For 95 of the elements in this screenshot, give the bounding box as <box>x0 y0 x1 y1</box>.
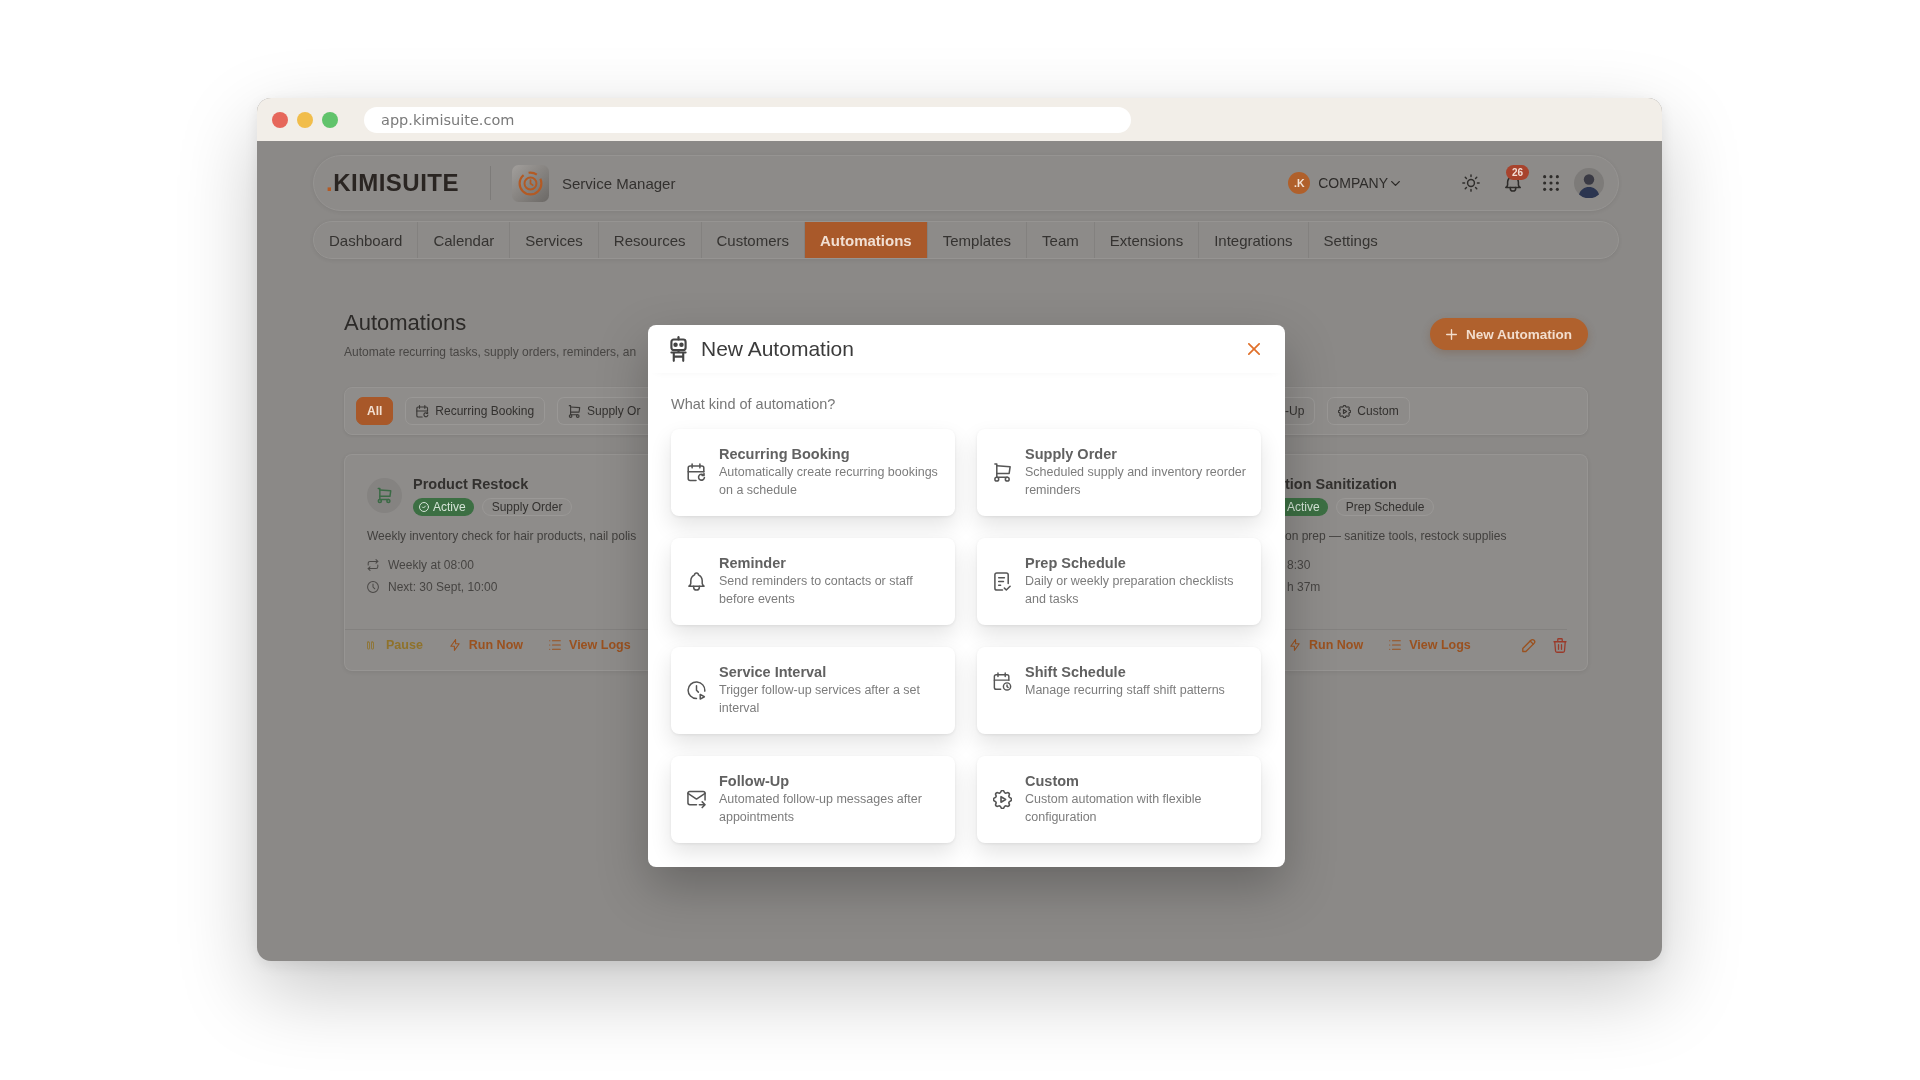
nav-tab[interactable]: Services <box>510 222 599 258</box>
check-circle-icon <box>419 502 429 512</box>
trash-icon[interactable] <box>1553 637 1567 653</box>
cart-icon <box>568 404 582 418</box>
automation-type-card[interactable]: Follow-Up Automated follow-up messages after appointments <box>671 756 955 843</box>
gear-play-icon <box>993 789 1012 809</box>
option-description: Scheduled supply and inventory reorder reminders <box>1025 464 1247 499</box>
calendar-repeat-icon <box>687 462 706 482</box>
close-icon[interactable] <box>1248 343 1260 355</box>
option-description: Trigger follow-up services after a set interval <box>719 682 921 717</box>
option-description: Daily or weekly preparation checklists and tasks <box>1025 573 1235 608</box>
option-title: Supply Order <box>1025 445 1118 463</box>
filter-chip[interactable]: Supply Or <box>557 397 648 425</box>
list-icon <box>1389 639 1402 651</box>
cart-icon <box>367 478 402 513</box>
option-description: Automated follow-up messages after appointments <box>719 791 923 826</box>
automation-type-card[interactable]: Shift Schedule Manage recurring staff shift patterns <box>977 647 1261 734</box>
automation-title: Product Restock <box>413 475 530 493</box>
type-tag: Prep Schedule <box>1335 498 1435 516</box>
filter-chip[interactable]: Recurring Booking <box>405 397 546 425</box>
option-description: Custom automation with flexible configuration <box>1025 791 1203 826</box>
calendar-repeat-icon <box>416 404 430 418</box>
nav-tab[interactable]: Automations <box>805 222 928 258</box>
automation-title: tion Sanitization <box>1285 475 1398 493</box>
automation-type-card[interactable]: Custom Custom automation with flexible configuration <box>977 756 1261 843</box>
option-description: Send reminders to contacts or staff before events <box>719 573 914 608</box>
automation-description: on prep — sanitize tools, restock supplies <box>1285 528 1508 544</box>
gear-play-icon <box>1338 404 1352 418</box>
pause-icon <box>367 639 374 651</box>
filter-chip[interactable]: Custom <box>1327 397 1410 425</box>
plus-icon <box>1446 328 1457 340</box>
notification-badge: 26 <box>1506 165 1529 180</box>
option-title: Shift Schedule <box>1025 663 1127 681</box>
cart-icon <box>993 462 1012 482</box>
option-description: Automatically create recurring bookings on a schedule <box>719 464 939 499</box>
automation-type-card[interactable]: Service Interval Trigger follow-up services after a set interval <box>671 647 955 734</box>
filter-chip[interactable]: -Up <box>1285 397 1316 425</box>
type-tag: Supply Order <box>481 498 573 516</box>
option-title: Prep Schedule <box>1025 554 1127 572</box>
list-icon <box>549 639 561 651</box>
automation-type-card[interactable]: Recurring Booking Automatically create recurring bookings on a schedule <box>671 429 955 516</box>
avatar-icon[interactable] <box>1574 168 1604 198</box>
mail-arrow-icon <box>687 789 706 809</box>
app-icon[interactable] <box>512 164 549 202</box>
bell-icon <box>687 571 706 591</box>
window-close-icon[interactable] <box>272 111 288 128</box>
window-zoom-icon[interactable] <box>322 111 338 128</box>
status-text: Active <box>1287 500 1320 514</box>
modal-prompt: What kind of automation? <box>671 395 837 413</box>
lightning-icon <box>448 639 461 651</box>
modal-title: New Automation <box>701 337 854 361</box>
option-title: Service Interval <box>719 663 828 681</box>
checklist-icon <box>993 571 1012 591</box>
company-avatar: .K <box>1288 172 1311 194</box>
automation-type-card[interactable]: Reminder Send reminders to contacts or staff before events <box>671 538 955 625</box>
automation-type-card[interactable]: Supply Order Scheduled supply and inventory reorder reminders <box>977 429 1261 516</box>
nav-tab[interactable]: Settings <box>1308 222 1393 258</box>
automation-description: Weekly inventory check for hair products, nail polis <box>367 528 638 544</box>
option-title: Recurring Booking <box>719 445 851 463</box>
lightning-icon <box>1289 639 1301 651</box>
nav-tab[interactable]: Calendar <box>418 222 511 258</box>
option-title: Custom <box>1025 772 1080 790</box>
address-bar[interactable]: app.kimisuite.com <box>364 106 1131 133</box>
nav-tab[interactable]: Templates <box>927 222 1028 258</box>
apps-grid-icon[interactable] <box>1543 175 1559 191</box>
option-description: Manage recurring staff shift patterns <box>1025 682 1226 699</box>
status-text: Active <box>433 500 466 514</box>
logo: .KIMISUITE <box>326 169 459 197</box>
option-title: Follow-Up <box>719 772 791 790</box>
repeat-icon <box>367 559 379 571</box>
window-minimize-icon[interactable] <box>297 111 313 128</box>
next-run-text: h 37m <box>1287 579 1321 595</box>
nav-tab[interactable]: Integrations <box>1199 222 1309 258</box>
new-automation-button[interactable]: New Automation <box>1430 318 1588 350</box>
clock-play-icon <box>687 680 706 700</box>
company-switcher[interactable]: COMPANY <box>1318 175 1400 191</box>
automation-type-card[interactable]: Prep Schedule Daily or weekly preparation checklists and tasks <box>977 538 1261 625</box>
page-title: Automations <box>344 310 468 336</box>
nav-tab[interactable]: Resources <box>598 222 702 258</box>
calendar-clock-icon <box>993 671 1012 691</box>
nav-tab[interactable]: Extensions <box>1094 222 1200 258</box>
nav-tab[interactable]: Team <box>1027 222 1095 258</box>
nav-tab[interactable]: Dashboard <box>314 222 419 258</box>
pencil-icon[interactable] <box>1522 637 1536 653</box>
next-run-text: Next: 30 Sept, 10:00 <box>388 579 498 595</box>
sun-icon[interactable] <box>1462 174 1480 192</box>
robot-icon <box>669 336 688 362</box>
chevron-down-icon <box>1391 180 1400 186</box>
app-name: Service Manager <box>562 174 676 192</box>
schedule-text: 8:30 <box>1287 557 1311 573</box>
filter-chip[interactable]: All <box>356 397 394 425</box>
clock-icon <box>367 581 379 593</box>
schedule-text: Weekly at 08:00 <box>388 557 474 573</box>
page-subtitle: Automate recurring tasks, supply orders, reminders, an <box>344 344 637 360</box>
option-title: Reminder <box>719 554 787 572</box>
